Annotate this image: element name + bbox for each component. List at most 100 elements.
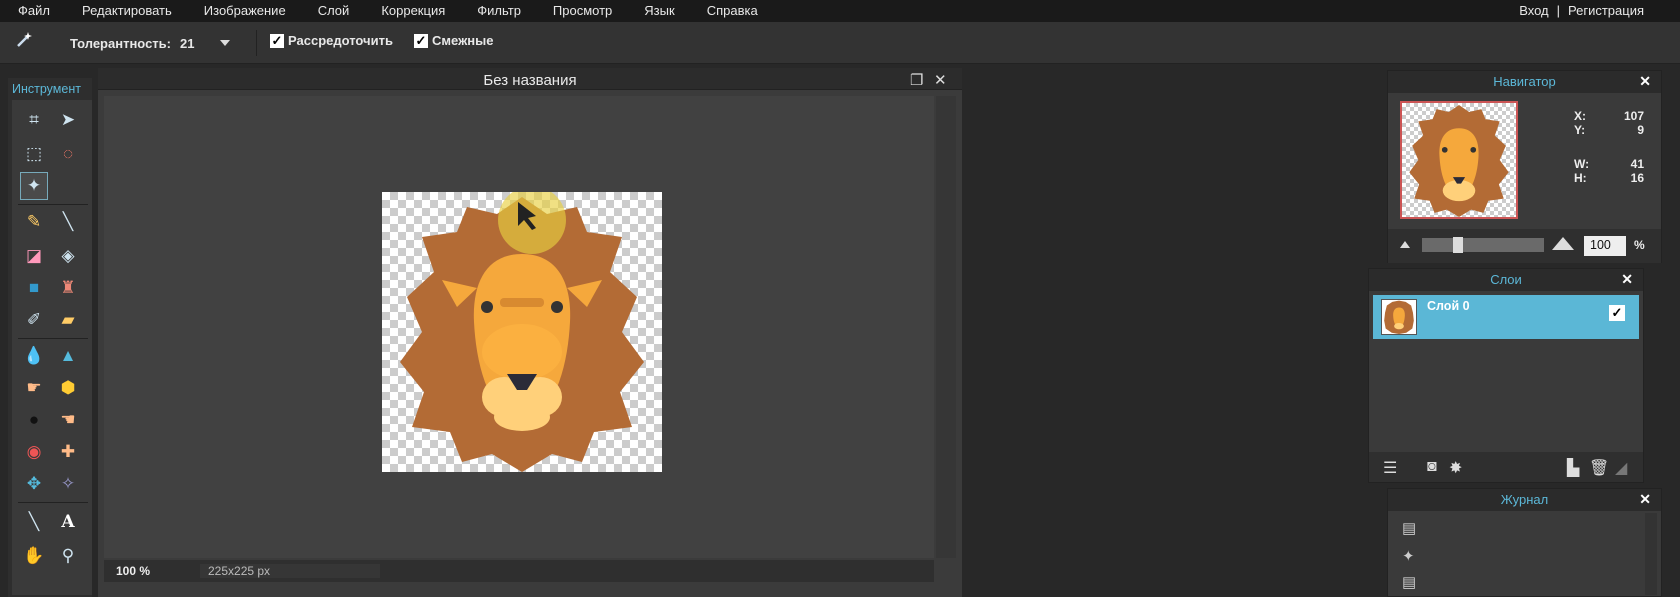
pencil-icon[interactable]: ✎ — [20, 208, 48, 236]
bloat-icon[interactable]: ✥ — [20, 470, 48, 498]
history-scrollbar[interactable] — [1645, 513, 1657, 595]
zoom-in-icon[interactable] — [1552, 237, 1574, 250]
login-link[interactable]: Вход — [1519, 3, 1548, 18]
gradient-icon[interactable]: ■ — [20, 274, 48, 302]
history-doc-icon: ▤ — [1402, 574, 1417, 591]
navigator-coords: X: 107 Y: 9 W: 41 H: 16 — [1574, 109, 1644, 185]
pinch-icon[interactable]: ✧ — [54, 470, 82, 498]
history-wand-icon: ✦ — [1402, 548, 1415, 565]
history-header: Журнал ✕ — [1388, 489, 1661, 511]
options-divider — [256, 30, 257, 56]
tolerance-value[interactable]: 21 — [180, 36, 194, 51]
account-links: Вход | Регистрация — [1519, 3, 1644, 18]
clone-stamp-icon[interactable]: ♜ — [54, 274, 82, 302]
menu-bar: Файл Редактировать Изображение Слой Корр… — [0, 0, 1680, 22]
history-item[interactable]: ▤ — [1402, 515, 1622, 541]
menu-items: Файл Редактировать Изображение Слой Корр… — [0, 0, 772, 22]
menu-file[interactable]: Файл — [0, 0, 64, 22]
tool-divider — [18, 502, 88, 503]
layers-title: Слои — [1490, 272, 1522, 287]
zoom-out-icon[interactable] — [1400, 241, 1410, 248]
navigator-thumbnail[interactable] — [1400, 101, 1518, 219]
delete-layer-icon[interactable]: 🗑 — [1589, 458, 1609, 478]
menu-adjustments[interactable]: Коррекция — [363, 0, 459, 22]
menu-image[interactable]: Изображение — [186, 0, 300, 22]
color-replace-icon[interactable]: ✐ — [20, 306, 48, 334]
smudge-icon[interactable]: ☛ — [20, 374, 48, 402]
eraser-icon[interactable]: ◪ — [20, 242, 48, 270]
image-canvas[interactable] — [382, 186, 662, 472]
history-close-icon[interactable]: ✕ — [1639, 491, 1651, 508]
zoom-unit: % — [139, 564, 151, 578]
spot-heal-icon[interactable]: ✚ — [54, 438, 82, 466]
layers-close-icon[interactable]: ✕ — [1621, 271, 1633, 288]
menu-view[interactable]: Просмотр — [535, 0, 626, 22]
zoom-input[interactable]: 100 — [1584, 236, 1626, 256]
layers-header: Слои ✕ — [1369, 269, 1643, 291]
zoom-percent: % — [1634, 238, 1645, 252]
hand-icon[interactable]: ✋ — [20, 542, 48, 570]
paint-bucket-icon[interactable]: ◈ — [54, 242, 82, 270]
zoom-slider[interactable] — [1422, 238, 1544, 252]
brush-icon[interactable]: ╲ — [54, 208, 82, 236]
navigator-zoom-row: 100 % — [1388, 229, 1661, 263]
image-dimensions: 225x225 px — [200, 564, 380, 578]
layer-row[interactable]: Слой 0 ✓ — [1373, 295, 1639, 339]
burn-icon[interactable]: ● — [20, 406, 48, 434]
contiguous-check-icon[interactable]: ✓ — [414, 33, 428, 48]
menu-edit[interactable]: Редактировать — [64, 0, 186, 22]
history-panel: Журнал ✕ ▤ ✦ ▤ — [1387, 488, 1662, 597]
tool-divider — [18, 338, 88, 339]
layer-mask-icon[interactable]: ◙ — [1427, 458, 1437, 476]
close-window-icon[interactable]: ✕ — [934, 71, 947, 89]
move-icon[interactable]: ➤ — [54, 106, 82, 134]
tool-panel-title: Инструмент — [12, 82, 81, 96]
register-link[interactable]: Регистрация — [1568, 3, 1644, 18]
red-eye-icon[interactable]: ◉ — [20, 438, 48, 466]
lasso-icon[interactable]: ◌ — [54, 140, 82, 168]
history-title: Журнал — [1500, 492, 1549, 507]
drawing-icon[interactable]: ▰ — [54, 306, 82, 334]
navigator-close-icon[interactable]: ✕ — [1639, 73, 1651, 90]
menu-language[interactable]: Язык — [626, 0, 688, 22]
options-bar: Толерантность: 21 ✓ Рассредоточить ✓ Сме… — [0, 22, 1680, 64]
sharpen-icon[interactable]: ▲ — [54, 342, 82, 370]
blur-icon[interactable]: 💧 — [20, 342, 48, 370]
resize-handle-icon[interactable]: ◢ — [1615, 458, 1627, 478]
tolerance-dropdown-icon[interactable] — [220, 40, 230, 46]
menu-layer[interactable]: Слой — [300, 0, 364, 22]
dodge-icon[interactable]: ☚ — [54, 406, 82, 434]
history-doc-icon: ▤ — [1402, 520, 1417, 537]
color-picker-icon[interactable]: ╲ — [20, 508, 48, 536]
crop-icon[interactable]: ⌗ — [20, 106, 48, 134]
lion-thumbnail — [1409, 105, 1509, 217]
zoom-level[interactable]: 100 % — [116, 564, 150, 578]
marquee-icon[interactable]: ⬚ — [20, 140, 48, 168]
w-label: W: — [1574, 157, 1590, 171]
menu-filter[interactable]: Фильтр — [459, 0, 535, 22]
magic-wand-tool-icon[interactable]: ✦ — [20, 172, 48, 200]
antialias-checkbox[interactable]: ✓ Рассредоточить — [270, 33, 393, 48]
y-value: 9 — [1637, 123, 1644, 137]
zoom-icon[interactable]: ⚲ — [54, 542, 82, 570]
tool-panel: Инструмент ⌗ ➤ ⬚ ◌ ✦ ✎ ╲ ◪ ◈ ■ ♜ ✐ ▰ 💧 ▲… — [8, 78, 92, 597]
menu-help[interactable]: Справка — [689, 0, 772, 22]
contiguous-checkbox[interactable]: ✓ Смежные — [414, 33, 493, 48]
antialias-check-icon[interactable]: ✓ — [270, 33, 284, 48]
layers-panel: Слои ✕ Слой 0 ✓ ☰ ◙ ✸ ▙ 🗑 ◢ — [1368, 268, 1644, 483]
new-layer-icon[interactable]: ▙ — [1567, 458, 1579, 478]
navigator-header: Навигатор ✕ — [1388, 71, 1661, 93]
sponge-icon[interactable]: ⬢ — [54, 374, 82, 402]
restore-window-icon[interactable]: ❐ — [910, 71, 923, 89]
zoom-value: 100 — [116, 564, 137, 578]
layer-visibility-checkbox[interactable]: ✓ — [1609, 305, 1625, 321]
history-item[interactable]: ▤ — [1402, 569, 1622, 595]
x-label: X: — [1574, 109, 1586, 123]
lion-image — [400, 186, 644, 472]
history-item[interactable]: ✦ — [1402, 543, 1622, 569]
layer-styles-icon[interactable]: ✸ — [1449, 458, 1462, 478]
layer-settings-icon[interactable]: ☰ — [1383, 458, 1397, 478]
zoom-slider-handle[interactable] — [1453, 237, 1463, 253]
vertical-scrollbar[interactable] — [936, 96, 956, 558]
type-icon[interactable]: A — [54, 508, 82, 536]
